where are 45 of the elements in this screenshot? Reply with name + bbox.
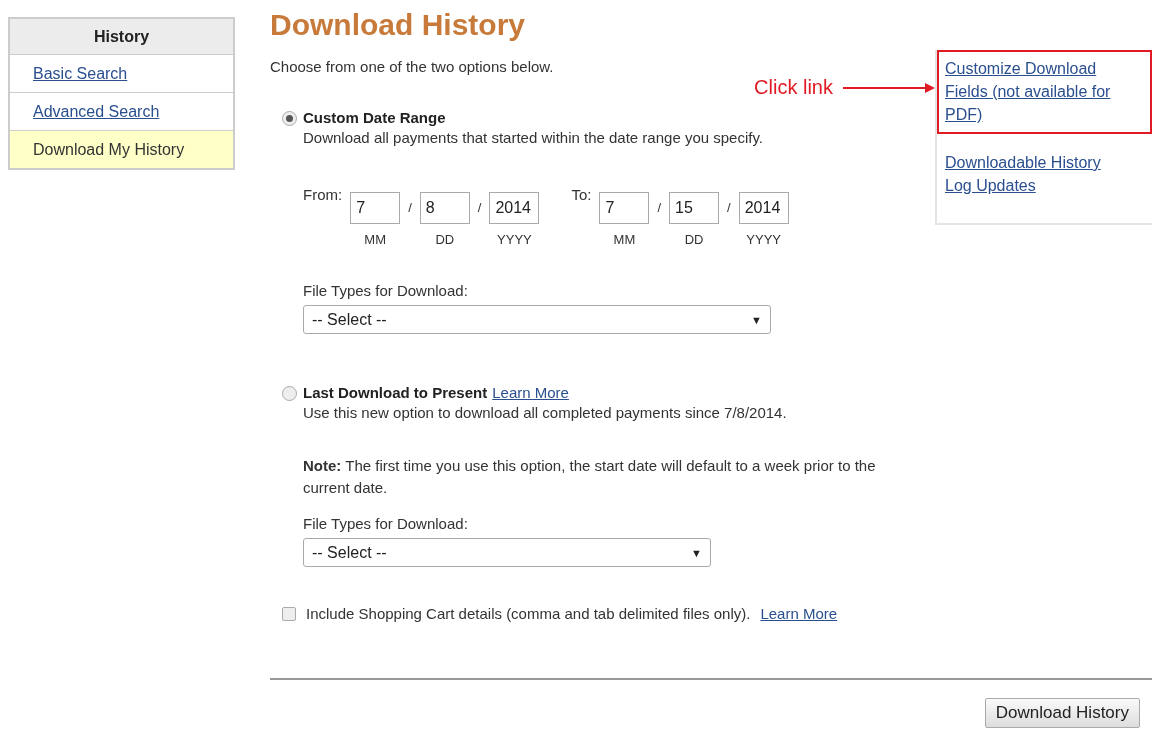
annotation-text: Click link: [754, 76, 833, 99]
checkbox[interactable]: [282, 606, 296, 621]
date-label: To:: [571, 186, 592, 205]
date-label: From:: [303, 186, 343, 205]
day-field[interactable]: 8: [419, 192, 470, 224]
option-label: Last Download to Present: [303, 384, 488, 401]
file-type-dropdown[interactable]: -- Select -- ▼: [303, 538, 711, 567]
field-hint: MM: [613, 232, 636, 247]
note-text: Note: The first time you use this option, the start date will default to a week prior to the current date.: [303, 456, 877, 498]
date-separator: /: [477, 200, 482, 217]
field-label: File Types for Download:: [303, 515, 469, 532]
caret-icon: ▼: [691, 546, 702, 559]
intro-text: Choose from one of the two options below.: [270, 58, 555, 75]
radio-button[interactable]: [282, 111, 297, 126]
field-hint: YYYY: [497, 232, 532, 247]
field-hint: DD: [435, 232, 455, 247]
sidebar-item[interactable]: Basic Search: [10, 55, 233, 93]
day-field[interactable]: 15: [669, 192, 720, 224]
arrow-icon: [843, 81, 935, 94]
caret-icon: ▼: [751, 313, 762, 326]
sidebar-title: History: [10, 19, 233, 55]
option-label: Custom Date Range: [303, 109, 446, 126]
date-separator: /: [408, 200, 412, 217]
option-description: Use this new option to download all completed payments since 7/8/2014.: [303, 404, 788, 421]
field-hint: MM: [364, 232, 386, 247]
month-field[interactable]: 7: [599, 192, 650, 224]
date-separator: /: [657, 200, 662, 217]
year-field[interactable]: 2014: [738, 192, 789, 224]
side-link[interactable]: Customize Download Fields (not available for PDF): [937, 50, 1152, 134]
year-field[interactable]: 2014: [489, 192, 540, 224]
download-history-button[interactable]: Download History: [984, 698, 1140, 728]
learn-more-link[interactable]: Learn More: [760, 605, 838, 622]
learn-more-link[interactable]: Learn More: [492, 384, 569, 401]
radio-button[interactable]: [282, 386, 297, 401]
month-field[interactable]: 7: [350, 192, 401, 224]
sidebar-item[interactable]: Download My History: [10, 131, 233, 168]
field-hint: DD: [684, 232, 704, 247]
side-link[interactable]: Downloadable History Log Updates: [937, 144, 1152, 205]
field-label: File Types for Download:: [303, 282, 469, 299]
file-type-dropdown[interactable]: -- Select -- ▼: [303, 305, 771, 334]
field-hint: YYYY: [746, 232, 782, 247]
date-separator: /: [727, 200, 731, 217]
option-description: Download all payments that started within the date range you specify.: [303, 129, 764, 146]
checkbox-label: Include Shopping Cart details (comma and tab delimited files only).: [306, 605, 751, 622]
page-title: Download History: [270, 8, 526, 43]
